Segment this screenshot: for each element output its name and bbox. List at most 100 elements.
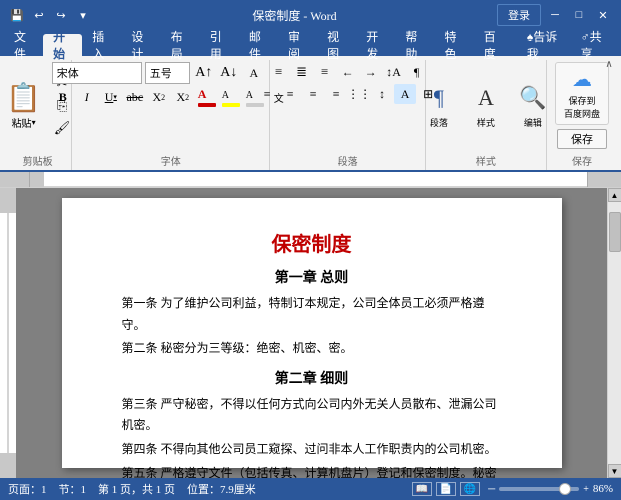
font-label: 字体 [161, 151, 181, 170]
login-button[interactable]: 登录 [497, 4, 541, 26]
collapse-ribbon-button[interactable]: ∧ [601, 56, 617, 72]
save-quick-btn[interactable]: 💾 [8, 6, 26, 24]
tab-file[interactable]: 文件 [4, 34, 43, 56]
tab-view[interactable]: 视图 [317, 34, 356, 56]
status-bar: 页面：1 节：1 第 1 页，共 1 页 位置：7.9厘米 📖 📄 🌐 ─ + … [0, 478, 621, 500]
tab-review[interactable]: 审阅 [278, 34, 317, 56]
tab-help[interactable]: 帮助 [395, 34, 434, 56]
columns-button[interactable]: ⋮⋮ [348, 84, 370, 104]
paragraph-content: ≡ ≣ ≡ ← → ↕A ¶ ≡ ≡ ≡ ≡ ⋮⋮ ↕ A ⊞ [256, 60, 439, 151]
save-group: ☁ 保存到 百度网盘 保存 保存 [547, 60, 617, 170]
tab-mailings[interactable]: 邮件 [239, 34, 278, 56]
tab-references[interactable]: 引用 [200, 34, 239, 56]
minimize-button[interactable]: ─ [545, 5, 565, 25]
styles-content: ¶ 段落 A 样式 🔍 编辑 [416, 60, 555, 151]
paragraph-3: 第三条 严守秘密，不得以任何方式向公司内外无关人员散布、泄漏公司机密。 [122, 394, 502, 437]
document-title: 保密制度 [122, 228, 502, 257]
numbering-button[interactable]: ≣ [291, 62, 313, 82]
paragraph-style-button[interactable]: ¶ 段落 [416, 78, 461, 133]
undo-quick-btn[interactable]: ↩ [30, 6, 48, 24]
tab-design[interactable]: 设计 [121, 34, 160, 56]
decrease-indent-button[interactable]: ← [337, 62, 359, 82]
ruler-body: for(let i=0;i<30;i++){ let x = i*14; doc… [44, 172, 587, 187]
strikethrough-button[interactable]: abc [124, 87, 146, 107]
paste-button[interactable]: 📋 粘贴▾ [2, 79, 45, 132]
section-status: 节：1 [59, 481, 87, 497]
tab-home[interactable]: 开始 [43, 34, 82, 56]
bold-button[interactable]: B [52, 87, 74, 107]
title-bar-left: 💾 ↩ ↪ ▾ [8, 6, 92, 24]
styles-group: ¶ 段落 A 样式 🔍 编辑 样式 [426, 60, 547, 170]
redo-quick-btn[interactable]: ↪ [52, 6, 70, 24]
font-color-button[interactable]: A [196, 87, 218, 107]
view-web-button[interactable]: 🌐 [460, 482, 480, 496]
zoom-thumb [559, 483, 571, 495]
align-center-button[interactable]: ≡ [279, 84, 301, 104]
font-name-input[interactable] [52, 62, 142, 84]
align-right-button[interactable]: ≡ [302, 84, 324, 104]
paragraph-1: 第一条 为了维护公司利益，特制订本规定，公司全体员工必须严格遵守。 [122, 293, 502, 336]
paragraph-label: 段落 [338, 151, 358, 170]
shading-button[interactable]: A [394, 84, 416, 104]
tab-baidu[interactable]: 百度 [474, 34, 513, 56]
view-print-button[interactable]: 📄 [436, 482, 456, 496]
font-group: A↑ A↓ A B I U▾ abc X2 X2 A [72, 60, 270, 170]
align-left-button[interactable]: ≡ [256, 84, 278, 104]
view-read-button[interactable]: 📖 [412, 482, 432, 496]
save-content: ☁ 保存到 百度网盘 保存 [555, 60, 609, 151]
line-spacing-button[interactable]: ↕ [371, 84, 393, 104]
zoom-slider[interactable] [499, 487, 579, 491]
superscript-button[interactable]: X2 [172, 87, 194, 107]
save-label: 保存 [572, 151, 592, 170]
font-size-input[interactable] [145, 62, 190, 84]
zoom-level: 86% [593, 483, 613, 495]
scroll-up-button[interactable]: ▲ [608, 188, 621, 202]
paragraph-5-line1: 第五条 严格遵守文件（包括传真、计算机盘片）登记和保密制度。秘密文件存放在有保密 [122, 463, 502, 478]
close-button[interactable]: ✕ [593, 5, 613, 25]
clipboard-label: 剪贴板 [23, 151, 53, 170]
tab-layout[interactable]: 布局 [161, 34, 200, 56]
zoom-in-button[interactable]: + [583, 484, 589, 495]
scroll-track[interactable] [608, 202, 621, 464]
chapter1-title: 第一章 总则 [122, 267, 502, 287]
tab-special[interactable]: 特色 [435, 34, 474, 56]
title-bar-right: 登录 ─ □ ✕ [497, 4, 613, 26]
horizontal-ruler: for(let i=0;i<30;i++){ let x = i*14; doc… [0, 172, 621, 188]
maximize-button[interactable]: □ [569, 5, 589, 25]
page-status: 页面：1 [8, 481, 47, 497]
save-button[interactable]: 保存 [557, 129, 607, 149]
window-title: 保密制度 - Word [92, 7, 497, 24]
chapter2-title: 第二章 细则 [122, 368, 502, 388]
tab-developer[interactable]: 开发 [356, 34, 395, 56]
sort-button[interactable]: ↕A [383, 62, 405, 82]
document-area: 保密制度 第一章 总则 第一条 为了维护公司利益，特制订本规定，公司全体员工必须… [0, 188, 621, 478]
subscript-button[interactable]: X2 [148, 87, 170, 107]
status-left: 页面：1 节：1 第 1 页，共 1 页 位置：7.9厘米 [8, 481, 256, 497]
tab-insert[interactable]: 插入 [82, 34, 121, 56]
paragraph-group: ≡ ≣ ≡ ← → ↕A ¶ ≡ ≡ ≡ ≡ ⋮⋮ ↕ A ⊞ 段落 [270, 60, 425, 170]
ruler-right-margin [587, 172, 607, 187]
font-shrink-button[interactable]: A↓ [218, 63, 240, 83]
underline-button[interactable]: U▾ [100, 87, 122, 107]
italic-button[interactable]: I [76, 87, 98, 107]
customize-quick-btn[interactable]: ▾ [74, 6, 92, 24]
ribbon-content: 📋 粘贴▾ ✂ ⎘ 🖌 剪贴板 A↑ A↓ A B I [0, 56, 621, 172]
styles-label: 样式 [476, 151, 496, 170]
multilevel-button[interactable]: ≡ [314, 62, 336, 82]
document-scroll-area[interactable]: 保密制度 第一章 总则 第一条 为了维护公司利益，特制订本规定，公司全体员工必须… [16, 188, 607, 478]
styles-button[interactable]: A 样式 [463, 78, 508, 133]
justify-button[interactable]: ≡ [325, 84, 347, 104]
zoom-out-button[interactable]: ─ [488, 484, 495, 495]
scroll-thumb[interactable] [609, 212, 621, 252]
tab-tellme[interactable]: ♠告诉我 [517, 34, 571, 56]
highlight-button[interactable]: A [220, 87, 242, 107]
font-grow-button[interactable]: A↑ [193, 63, 215, 83]
scroll-down-button[interactable]: ▼ [608, 464, 621, 478]
pagecount-status: 第 1 页，共 1 页 [98, 481, 175, 497]
increase-indent-button[interactable]: → [360, 62, 382, 82]
share-button[interactable]: ♂共享 [571, 34, 617, 56]
ribbon-tabs: 文件 开始 插入 设计 布局 引用 邮件 审阅 视图 开发 帮助 特色 百度 ♠… [0, 30, 621, 56]
bullets-button[interactable]: ≡ [268, 62, 290, 82]
vertical-scrollbar[interactable]: ▲ ▼ [607, 188, 621, 478]
paragraph-2: 第二条 秘密分为三等级：绝密、机密、密。 [122, 338, 502, 360]
